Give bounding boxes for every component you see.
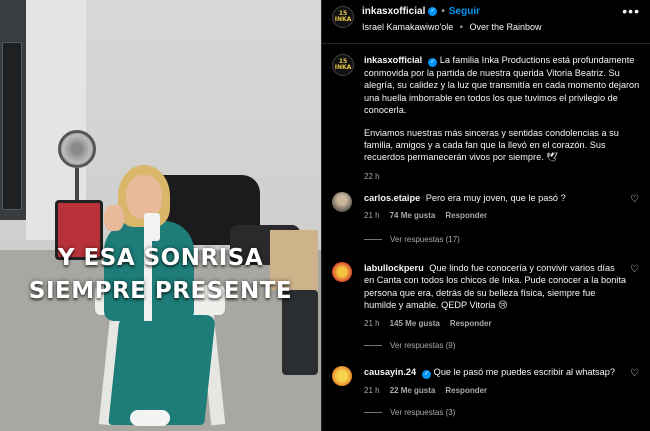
reply-button[interactable]: Responder <box>445 210 487 222</box>
comment-time[interactable]: 21 h <box>364 385 380 397</box>
verified-badge-icon: ✓ <box>428 7 438 16</box>
artist-name: Israel Kamakawiwo'ole <box>362 22 454 32</box>
heart-icon[interactable]: ♡ <box>630 194 639 205</box>
heart-icon[interactable]: ♡ <box>630 368 639 379</box>
inkas-logo-icon: 15 INKA <box>334 58 352 71</box>
view-replies-button[interactable]: Ver respuestas (9) <box>364 341 455 350</box>
view-replies-button[interactable]: Ver respuestas (3) <box>364 408 455 417</box>
song-separator: • <box>459 22 463 32</box>
comment-avatar[interactable] <box>332 262 352 282</box>
comment-username[interactable]: labullockperu <box>364 263 424 273</box>
overlay-text-line1: Y ESA SONRISA <box>57 245 264 271</box>
view-replies-button[interactable]: Ver respuestas (17) <box>364 235 460 244</box>
post-details-panel: 15 INKA inkasxofficial ✓ • Seguir Israel … <box>321 0 650 431</box>
caption-avatar[interactable]: 15 INKA <box>332 54 354 76</box>
reply-button[interactable]: Responder <box>445 385 487 397</box>
song-title: Over the Rainbow <box>469 22 542 32</box>
comment-text: Pero era muy joven, que le pasó ? <box>425 193 566 203</box>
comment-likes[interactable]: 145 Me gusta <box>390 318 440 330</box>
header-separator: • <box>441 6 445 17</box>
verified-badge-icon: ✓ <box>428 58 438 67</box>
view-replies-label: Ver respuestas (9) <box>390 341 456 350</box>
comment-time[interactable]: 21 h <box>364 318 380 330</box>
heart-icon[interactable]: ♡ <box>630 264 639 275</box>
comment-time[interactable]: 21 h <box>364 210 380 222</box>
caption-username[interactable]: inkasxofficial <box>364 55 422 65</box>
comment-item: carlos.etaipe Pero era muy joven, que le… <box>322 192 650 223</box>
comment-username[interactable]: carlos.etaipe <box>364 193 420 203</box>
comment-item: labullockperu Que lindo fue conocería y … <box>322 262 650 330</box>
comment-likes[interactable]: 74 Me gusta <box>390 210 436 222</box>
comment-likes[interactable]: 22 Me gusta <box>390 385 436 397</box>
comment-avatar[interactable] <box>332 366 352 386</box>
post-viewer: Y ESA SONRISA SIEMPRE PRESENTE 15 INKA in… <box>0 0 650 431</box>
follow-button[interactable]: Seguir <box>449 6 480 17</box>
fan <box>58 130 96 168</box>
overlay-text-line2: SIEMPRE PRESENTE <box>28 278 293 304</box>
reply-button[interactable]: Responder <box>450 318 492 330</box>
view-replies-label: Ver respuestas (17) <box>390 235 460 244</box>
caption-timestamp[interactable]: 22 h <box>364 171 640 183</box>
comment-text: Que le pasó me puedes escribir al whatsa… <box>433 367 615 377</box>
view-replies-label: Ver respuestas (3) <box>390 408 456 417</box>
phone <box>144 213 160 241</box>
post-video[interactable]: Y ESA SONRISA SIEMPRE PRESENTE <box>0 0 321 431</box>
inkas-logo-icon: 15 INKA <box>334 10 352 23</box>
comment-avatar[interactable] <box>332 192 352 212</box>
door <box>0 0 26 220</box>
account-avatar[interactable]: 15 INKA <box>332 6 354 28</box>
post-header: 15 INKA inkasxofficial ✓ • Seguir Israel … <box>322 0 650 44</box>
audio-track[interactable]: Israel Kamakawiwo'ole • Over the Rainbow <box>362 22 622 32</box>
comment-username[interactable]: causayin.24 <box>364 367 416 377</box>
caption-paragraph-2: Enviamos nuestras más sinceras y sentida… <box>364 127 619 163</box>
header-username[interactable]: inkasxofficial <box>362 6 425 17</box>
comment-item: causayin.24 ✓ Que le pasó me puedes escri… <box>322 366 650 397</box>
post-caption: 15 INKA inkasxofficial ✓ La familia Inka P… <box>322 44 650 183</box>
verified-badge-icon: ✓ <box>422 370 432 379</box>
more-horizontal-icon[interactable]: ••• <box>622 3 640 19</box>
